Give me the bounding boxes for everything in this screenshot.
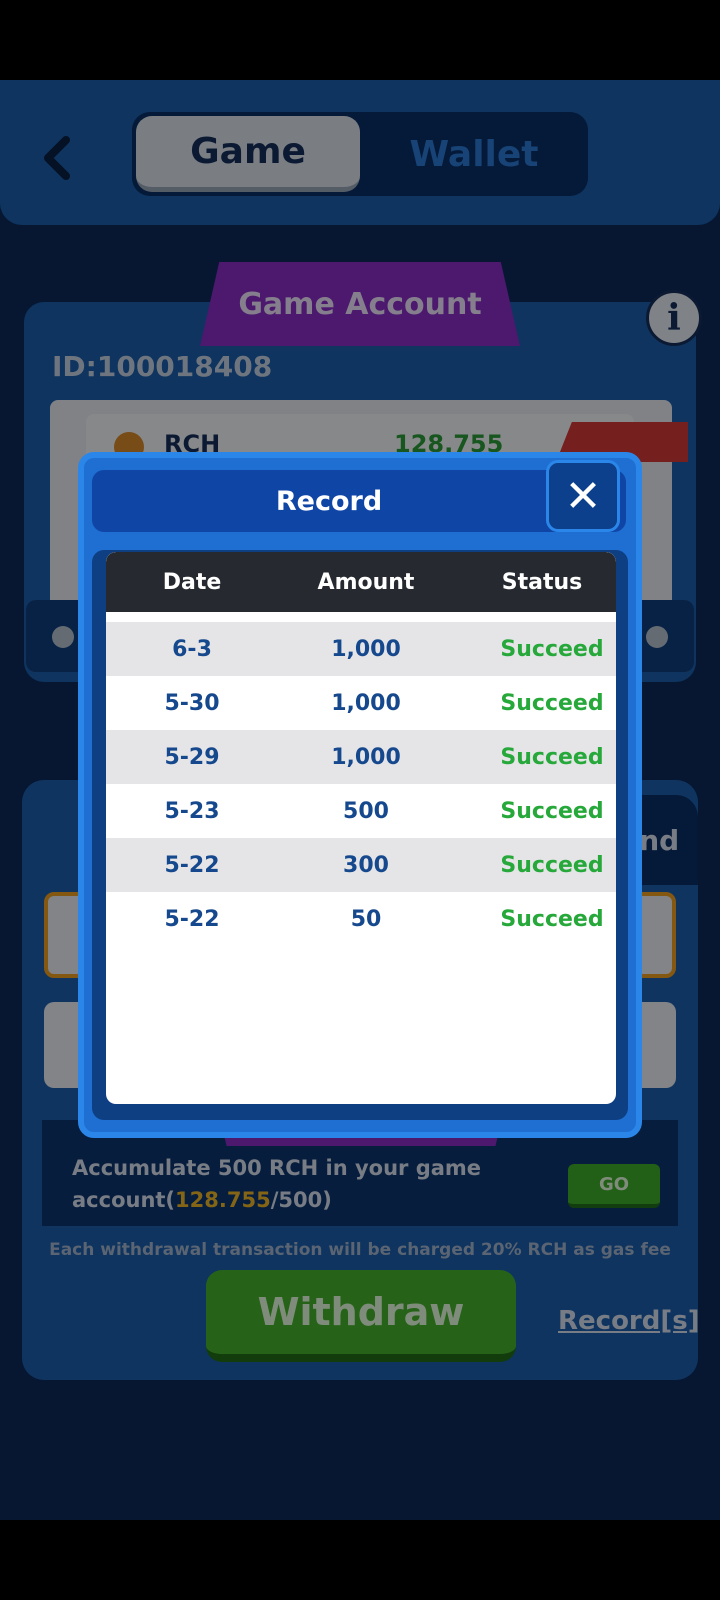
app-screen: Game Wallet Game Account i ID:100018408 … <box>0 80 720 1520</box>
row-amount: 1,000 <box>331 690 401 716</box>
close-icon: ✕ <box>564 470 602 522</box>
row-amount: 500 <box>343 798 389 824</box>
column-status: Status <box>501 569 583 595</box>
column-amount: Amount <box>317 569 415 595</box>
column-date: Date <box>162 569 222 595</box>
row-status: Succeed <box>500 690 604 716</box>
row-date: 5-22 <box>164 852 220 878</box>
row-status: Succeed <box>500 852 604 878</box>
row-amount: 1,000 <box>331 636 401 662</box>
row-status: Succeed <box>500 906 604 932</box>
row-amount: 300 <box>343 852 389 878</box>
row-date: 5-23 <box>164 798 220 824</box>
row-date: 5-30 <box>164 690 220 716</box>
table-row: 5-29 1,000 Succeed <box>106 730 616 784</box>
system-nav-bar <box>0 1520 720 1600</box>
table-row: 5-30 1,000 Succeed <box>106 676 616 730</box>
table-row: 5-23 500 Succeed <box>106 784 616 838</box>
table-row: 6-3 1,000 Succeed <box>106 622 616 676</box>
table-row: 5-22 300 Succeed <box>106 838 616 892</box>
row-date: 5-22 <box>164 906 220 932</box>
table-header: Date Amount Status <box>106 552 616 612</box>
row-status: Succeed <box>500 798 604 824</box>
record-modal: Record ✕ Date Amount Status 6-3 1,000 Su… <box>78 452 642 1138</box>
row-date: 6-3 <box>172 636 212 662</box>
row-amount: 1,000 <box>331 744 401 770</box>
table-row: 5-22 50 Succeed <box>106 892 616 946</box>
row-amount: 50 <box>350 906 382 932</box>
row-date: 5-29 <box>164 744 220 770</box>
row-status: Succeed <box>500 744 604 770</box>
row-status: Succeed <box>500 636 604 662</box>
close-button[interactable]: ✕ <box>546 460 620 532</box>
record-table: Date Amount Status 6-3 1,000 Succeed 5-3… <box>106 552 616 1104</box>
